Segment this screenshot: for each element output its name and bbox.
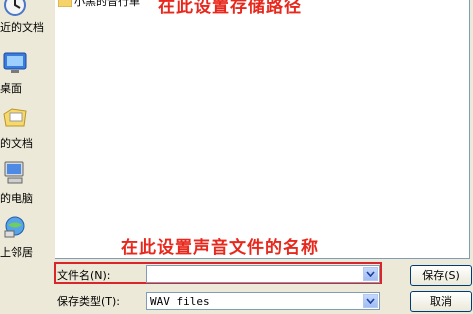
annotation-file-name: 在此设置声音文件的名称 [121,238,319,258]
folder-icon [58,0,72,7]
chevron-down-icon [366,271,375,277]
place-label: 的电脑 [0,192,33,205]
filetype-label: 保存类型(T): [57,295,121,308]
recent-documents-icon [4,0,26,16]
place-label: 的文档 [0,137,33,150]
cancel-button[interactable]: 取消 [410,291,472,312]
network-places-icon [4,216,25,238]
place-my-documents[interactable]: 的文档 [0,105,52,155]
filename-input[interactable] [146,265,380,283]
save-button[interactable]: 保存(S) [410,265,472,286]
places-bar: 近的文档 桌面 的文档 的电脑 上邻居 [0,0,52,314]
filetype-value: WAV files [150,295,210,308]
place-label: 上邻居 [0,246,33,259]
desktop-icon [3,52,27,73]
place-recent-documents[interactable]: 近的文档 [0,0,52,42]
chevron-down-icon [366,298,375,304]
filename-label: 文件名(N): [57,269,111,282]
folder-name: 小黑的音行单 [74,0,140,8]
place-desktop[interactable]: 桌面 [0,50,52,100]
my-computer-icon [4,161,24,184]
filename-dropdown-button[interactable] [363,267,378,281]
place-network[interactable]: 上邻居 [0,214,52,264]
my-documents-icon [3,108,27,127]
file-list[interactable]: 小黑的音行单 [55,0,470,259]
place-my-computer[interactable]: 的电脑 [0,160,52,210]
annotation-save-path: 在此设置存储路径 [158,0,302,17]
place-label: 桌面 [0,82,22,95]
place-label: 近的文档 [0,21,44,34]
list-item[interactable]: 小黑的音行单 [58,0,140,8]
filetype-dropdown-button[interactable] [363,294,378,308]
filetype-select[interactable]: WAV files [146,292,380,310]
